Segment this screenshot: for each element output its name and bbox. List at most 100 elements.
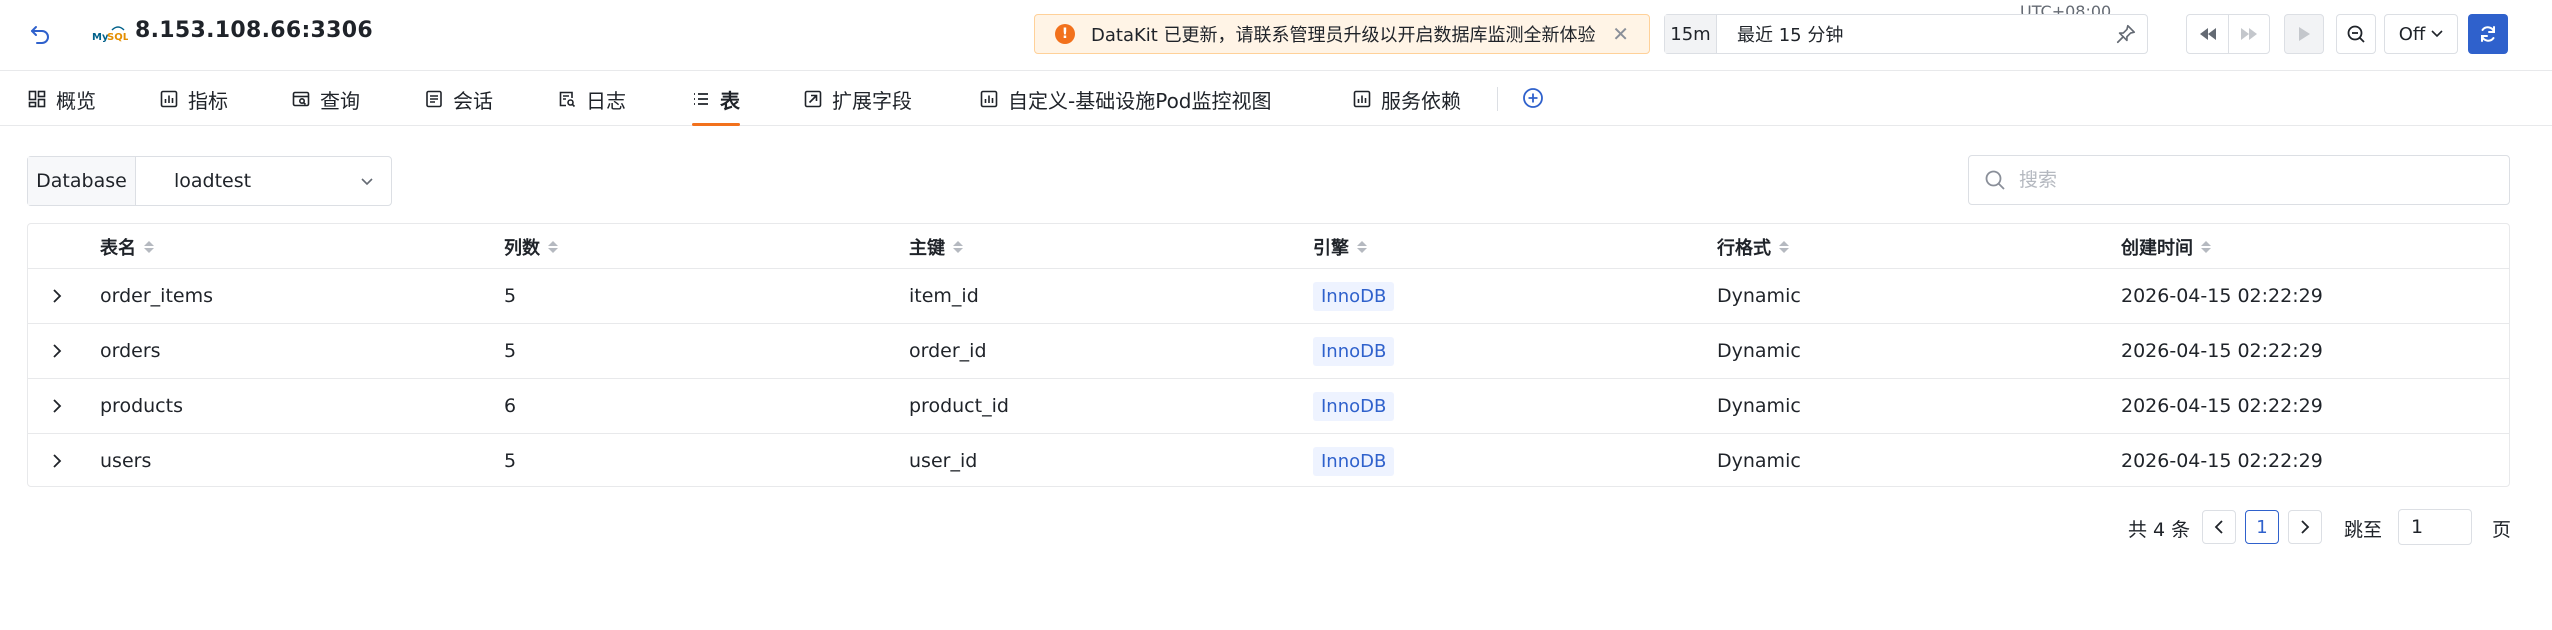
- cell-row-format: Dynamic: [1717, 340, 1801, 362]
- sort-icon: [548, 240, 558, 253]
- log-icon: [558, 90, 576, 108]
- table-row[interactable]: orders 5 order_id InnoDB Dynamic 2026-04…: [28, 324, 2509, 379]
- tab-label: 自定义-基础设施Pod监控视图: [1008, 88, 1272, 113]
- expand-row-button[interactable]: [46, 285, 68, 307]
- chevron-down-icon: [361, 178, 373, 186]
- search-box[interactable]: [1968, 155, 2510, 205]
- play-button[interactable]: [2284, 14, 2324, 54]
- rewind-button[interactable]: [2187, 15, 2228, 53]
- chevron-right-icon: [2301, 520, 2310, 534]
- tab-metrics[interactable]: 指标: [160, 72, 228, 126]
- tab-session[interactable]: 会话: [425, 72, 493, 126]
- page-suffix: 页: [2492, 519, 2512, 541]
- back-button[interactable]: [24, 18, 56, 50]
- tab-label: 概览: [56, 88, 96, 113]
- cell-engine: InnoDB: [1313, 434, 1395, 488]
- pin-icon[interactable]: [2115, 23, 2137, 45]
- expand-row-button[interactable]: [46, 340, 68, 362]
- zoom-out-icon: [2347, 25, 2365, 43]
- tab-query[interactable]: 查询: [292, 72, 360, 126]
- cell-row-format: Dynamic: [1717, 285, 1801, 307]
- chevron-right-icon: [53, 289, 62, 303]
- zoom-out-button[interactable]: [2336, 14, 2376, 54]
- tab-extended-fields[interactable]: 扩展字段: [804, 72, 912, 126]
- rewind-icon: [2199, 28, 2216, 40]
- chevron-left-icon: [2214, 520, 2223, 534]
- cell-column-count: 5: [504, 450, 517, 472]
- cell-column-count: 6: [504, 395, 517, 417]
- close-icon[interactable]: ✕: [1612, 22, 1629, 46]
- cell-column-count: 5: [504, 340, 517, 362]
- search-input[interactable]: [2019, 169, 2489, 191]
- column-header-created-time[interactable]: 创建时间: [2121, 224, 2211, 269]
- add-tab-button[interactable]: [1521, 86, 1545, 110]
- table-row[interactable]: users 5 user_id InnoDB Dynamic 2026-04-1…: [28, 434, 2509, 489]
- sort-icon: [1357, 240, 1367, 253]
- column-header-engine[interactable]: 引擎: [1313, 224, 1367, 269]
- sort-icon: [144, 240, 154, 253]
- cell-primary-key: order_id: [909, 340, 987, 362]
- cell-table-name: users: [100, 450, 152, 472]
- column-header-row-format[interactable]: 行格式: [1717, 224, 1789, 269]
- auto-refresh-select[interactable]: Off: [2384, 14, 2458, 54]
- column-header-column-count[interactable]: 列数: [504, 224, 558, 269]
- table-row[interactable]: order_items 5 item_id InnoDB Dynamic 202…: [28, 269, 2509, 324]
- tab-tables[interactable]: 表: [692, 72, 740, 126]
- prev-page-button[interactable]: [2202, 510, 2236, 544]
- chart-icon: [980, 90, 998, 108]
- chevron-right-icon: [53, 454, 62, 468]
- table-row[interactable]: products 6 product_id InnoDB Dynamic 202…: [28, 379, 2509, 434]
- play-icon: [2299, 27, 2310, 41]
- cell-row-format: Dynamic: [1717, 395, 1801, 417]
- warning-icon: !: [1055, 24, 1075, 44]
- page-number-button[interactable]: 1: [2245, 510, 2279, 544]
- external-icon: [804, 90, 822, 108]
- cell-created-time: 2026-04-15 02:22:29: [2121, 285, 2323, 307]
- mysql-logo-icon: My SQL: [92, 26, 128, 43]
- cell-primary-key: item_id: [909, 285, 979, 307]
- session-icon: [425, 90, 443, 108]
- tab-service-dependency[interactable]: 服务依赖: [1353, 72, 1461, 126]
- overview-icon: [28, 90, 46, 108]
- database-value[interactable]: loadtest: [174, 170, 251, 192]
- fast-forward-icon: [2241, 28, 2257, 40]
- time-range-label[interactable]: 最近 15 分钟: [1737, 21, 1843, 47]
- cell-table-name: orders: [100, 340, 161, 362]
- cell-engine: InnoDB: [1313, 324, 1395, 378]
- column-header-table-name[interactable]: 表名: [100, 224, 154, 269]
- tab-label: 扩展字段: [832, 88, 912, 113]
- cell-table-name: order_items: [100, 285, 213, 307]
- tab-label: 指标: [188, 88, 228, 113]
- column-header-primary-key[interactable]: 主键: [909, 224, 963, 269]
- tab-bar: 概览 指标 查询 会话 日志 表 扩展字段 自定义-基础设施Pod监控视图 服务…: [0, 72, 2552, 126]
- expand-row-button[interactable]: [46, 395, 68, 417]
- tab-overview[interactable]: 概览: [28, 72, 96, 126]
- tab-divider: [1497, 87, 1498, 111]
- time-short-label[interactable]: 15m: [1665, 15, 1717, 53]
- chart-icon: [1353, 90, 1371, 108]
- next-page-button[interactable]: [2288, 510, 2322, 544]
- tab-custom-pod-view[interactable]: 自定义-基础设施Pod监控视图: [980, 72, 1272, 126]
- expand-row-button[interactable]: [46, 450, 68, 472]
- cell-engine: InnoDB: [1313, 269, 1395, 323]
- cell-created-time: 2026-04-15 02:22:29: [2121, 450, 2323, 472]
- column-header-label: 行格式: [1717, 237, 1771, 259]
- update-notice: ! DataKit 已更新，请联系管理员升级以开启数据库监测全新体验 ✕: [1034, 14, 1650, 54]
- notice-text: DataKit 已更新，请联系管理员升级以开启数据库监测全新体验: [1091, 25, 1596, 46]
- tab-label: 日志: [586, 88, 626, 113]
- tab-log[interactable]: 日志: [558, 72, 626, 126]
- jump-page-input[interactable]: [2398, 509, 2472, 545]
- cell-table-name: products: [100, 395, 183, 417]
- forward-button[interactable]: [2228, 15, 2269, 53]
- database-label: Database: [28, 157, 136, 205]
- step-controls: [2186, 14, 2270, 54]
- refresh-button[interactable]: [2468, 14, 2508, 54]
- chart-icon: [160, 90, 178, 108]
- cell-engine: InnoDB: [1313, 379, 1395, 433]
- chevron-right-icon: [53, 344, 62, 358]
- jump-label: 跳至: [2344, 519, 2383, 541]
- list-icon: [692, 90, 710, 108]
- database-select[interactable]: Database loadtest: [27, 156, 392, 206]
- back-arrow-icon: [31, 26, 49, 44]
- time-range-picker[interactable]: 15m 最近 15 分钟: [1664, 14, 2148, 54]
